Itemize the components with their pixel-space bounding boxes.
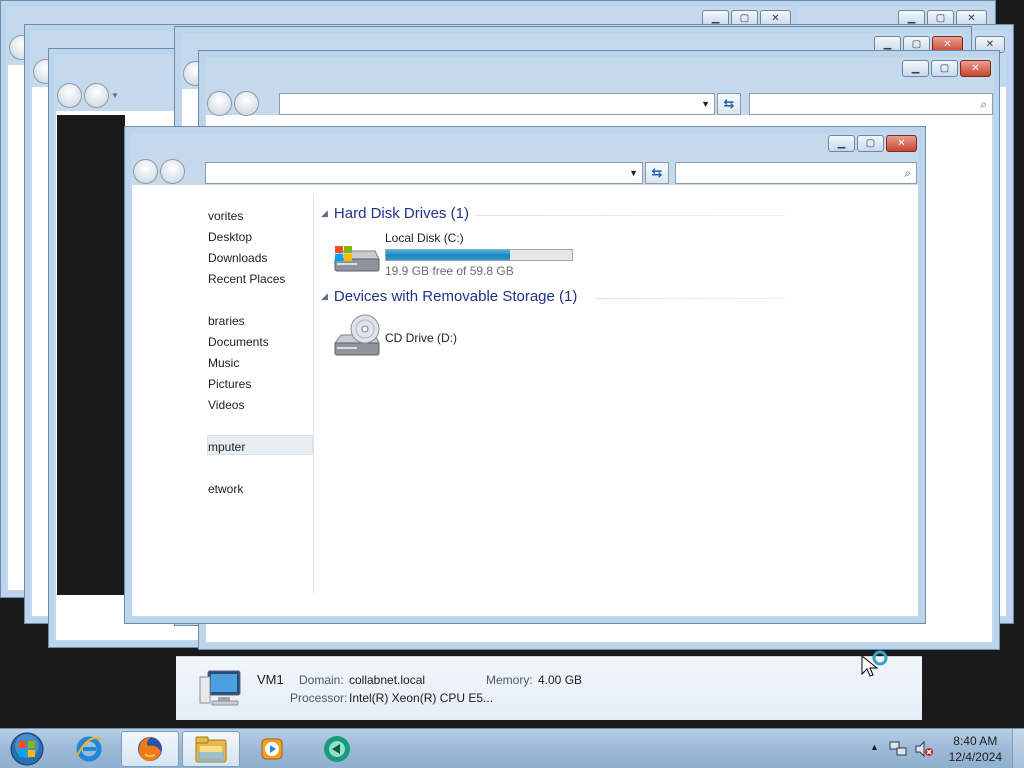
clock[interactable]: 8:40 AM 12/4/2024 xyxy=(949,733,1002,765)
nav-music[interactable]: Music xyxy=(208,356,239,370)
clock-date: 12/4/2024 xyxy=(948,750,1002,764)
address-bar[interactable]: ▼ xyxy=(279,93,715,115)
hard-drive-icon xyxy=(334,246,380,272)
firefox-icon xyxy=(138,737,162,762)
taskbar: ▲ 8:40 AM 12/4/2024 xyxy=(0,728,1024,768)
nav-list: vorites Desktop Downloads Recent Places … xyxy=(208,195,314,615)
group-heading-label: Hard Disk Drives (1) xyxy=(333,205,469,222)
search-icon: ⌕ xyxy=(904,166,911,180)
nav-documents[interactable]: Documents xyxy=(208,335,269,349)
cd-drive-icon xyxy=(334,314,380,356)
drive-usage-bar xyxy=(385,249,573,261)
back-button[interactable] xyxy=(57,83,82,108)
nav-buttons xyxy=(133,159,185,184)
nav-buttons: ▼ xyxy=(57,83,119,108)
nav-desktop[interactable]: Desktop xyxy=(208,230,252,244)
internet-explorer-icon xyxy=(76,736,103,762)
forward-button[interactable] xyxy=(84,83,109,108)
group-heading-label: Devices with Removable Storage (1) xyxy=(333,288,578,305)
drive-cd[interactable]: CD Drive (D:) xyxy=(331,313,531,363)
back-button[interactable] xyxy=(133,159,158,184)
search-icon: ⌕ xyxy=(980,97,987,111)
group-divider xyxy=(595,298,785,299)
nav-network[interactable]: etwork xyxy=(208,482,243,496)
domain-value: collabnet.local xyxy=(349,673,426,687)
clock-time: 8:40 AM xyxy=(953,734,998,748)
address-dropdown-icon[interactable]: ▼ xyxy=(701,99,710,109)
window-controls: ▁ ▢ ✕ xyxy=(902,60,991,78)
memory-label: Memory: xyxy=(486,673,533,687)
forward-button[interactable] xyxy=(160,159,185,184)
group-hard-disk-drives[interactable]: ◢ Hard Disk Drives (1) xyxy=(321,205,469,222)
nav-recent-places[interactable]: Recent Places xyxy=(208,272,285,286)
show-hidden-icons-icon[interactable]: ▲ xyxy=(870,742,879,752)
nav-pictures[interactable]: Pictures xyxy=(208,377,251,391)
taskbar-firefox[interactable] xyxy=(121,731,179,767)
maximize-button[interactable]: ▢ xyxy=(931,60,958,77)
busy-cursor-icon xyxy=(861,650,888,677)
close-button[interactable]: ✕ xyxy=(960,60,991,77)
details-pane: VM1 Domain: collabnet.local Memory: 4.00… xyxy=(176,656,922,720)
nav-buttons xyxy=(207,91,259,116)
refresh-button[interactable]: ⇆ xyxy=(645,162,669,184)
nav-computer[interactable]: mputer xyxy=(208,440,245,454)
taskbar-media-player[interactable] xyxy=(243,731,301,767)
nav-favorites[interactable]: vorites xyxy=(208,209,243,223)
drive-name: CD Drive (D:) xyxy=(385,331,457,345)
remote-app-icon xyxy=(324,736,350,762)
computer-icon xyxy=(199,670,241,706)
back-button[interactable] xyxy=(207,91,232,116)
taskbar-internet-explorer[interactable] xyxy=(60,731,118,767)
processor-label: Processor: xyxy=(290,691,348,705)
show-desktop-button[interactable] xyxy=(1012,729,1024,768)
collapse-triangle-icon: ◢ xyxy=(321,291,328,301)
computer-name: VM1 xyxy=(257,672,284,687)
desktop: ▁ ▢ ✕ ▁ ▢ ✕ ▁ ✕ ▼ ▁ ▢ ✕ xyxy=(0,0,1024,728)
close-button[interactable]: ✕ xyxy=(886,135,917,152)
drive-name: Local Disk (C:) xyxy=(385,231,464,245)
forward-button[interactable] xyxy=(234,91,259,116)
minimize-button[interactable]: ▁ xyxy=(902,60,929,77)
refresh-button[interactable]: ⇆ xyxy=(717,93,741,115)
domain-label: Domain: xyxy=(299,673,344,687)
dark-panel xyxy=(57,115,125,595)
content-pane: ◢ Hard Disk Drives (1) Local Disk (C:) 19… xyxy=(315,195,791,595)
nav-libraries[interactable]: braries xyxy=(208,314,245,328)
group-divider xyxy=(475,215,785,216)
nav-videos[interactable]: Videos xyxy=(208,398,244,412)
pane-divider[interactable] xyxy=(313,195,314,595)
taskbar-remote-app[interactable] xyxy=(308,731,366,767)
computer-window[interactable]: ▁ ▢ ✕ ▼ ⇆ ⌕ vorites Desktop Downloads Re… xyxy=(124,126,926,624)
processor-value: Intel(R) Xeon(R) CPU E5... xyxy=(349,691,494,705)
address-bar[interactable]: ▼ xyxy=(205,162,643,184)
navigation-pane: vorites Desktop Downloads Recent Places … xyxy=(132,195,314,615)
nav-downloads[interactable]: Downloads xyxy=(208,251,267,265)
start-orb-icon xyxy=(10,732,44,766)
window-controls: ▁ ▢ ✕ xyxy=(828,135,917,153)
address-dropdown-icon[interactable]: ▼ xyxy=(629,168,638,178)
windows-explorer-icon xyxy=(195,736,227,763)
system-tray: ▲ xyxy=(866,739,938,759)
media-player-icon xyxy=(261,738,283,760)
network-icon[interactable] xyxy=(888,739,908,759)
start-button[interactable] xyxy=(0,731,54,767)
search-box[interactable]: ⌕ xyxy=(749,93,993,115)
group-removable-storage[interactable]: ◢ Devices with Removable Storage (1) xyxy=(321,288,577,305)
search-box[interactable]: ⌕ xyxy=(675,162,917,184)
memory-value: 4.00 GB xyxy=(538,673,583,687)
maximize-button[interactable]: ▢ xyxy=(857,135,884,152)
drive-usage-fill xyxy=(386,250,511,260)
minimize-button[interactable]: ▁ xyxy=(828,135,855,152)
volume-muted-icon[interactable] xyxy=(914,739,934,759)
taskbar-windows-explorer[interactable] xyxy=(182,731,240,767)
collapse-triangle-icon: ◢ xyxy=(321,208,328,218)
recent-pages-icon[interactable]: ▼ xyxy=(111,83,119,108)
drive-free-space: 19.9 GB free of 59.8 GB xyxy=(385,264,514,278)
drive-local-disk[interactable]: Local Disk (C:) 19.9 GB free of 59.8 GB xyxy=(331,231,591,279)
